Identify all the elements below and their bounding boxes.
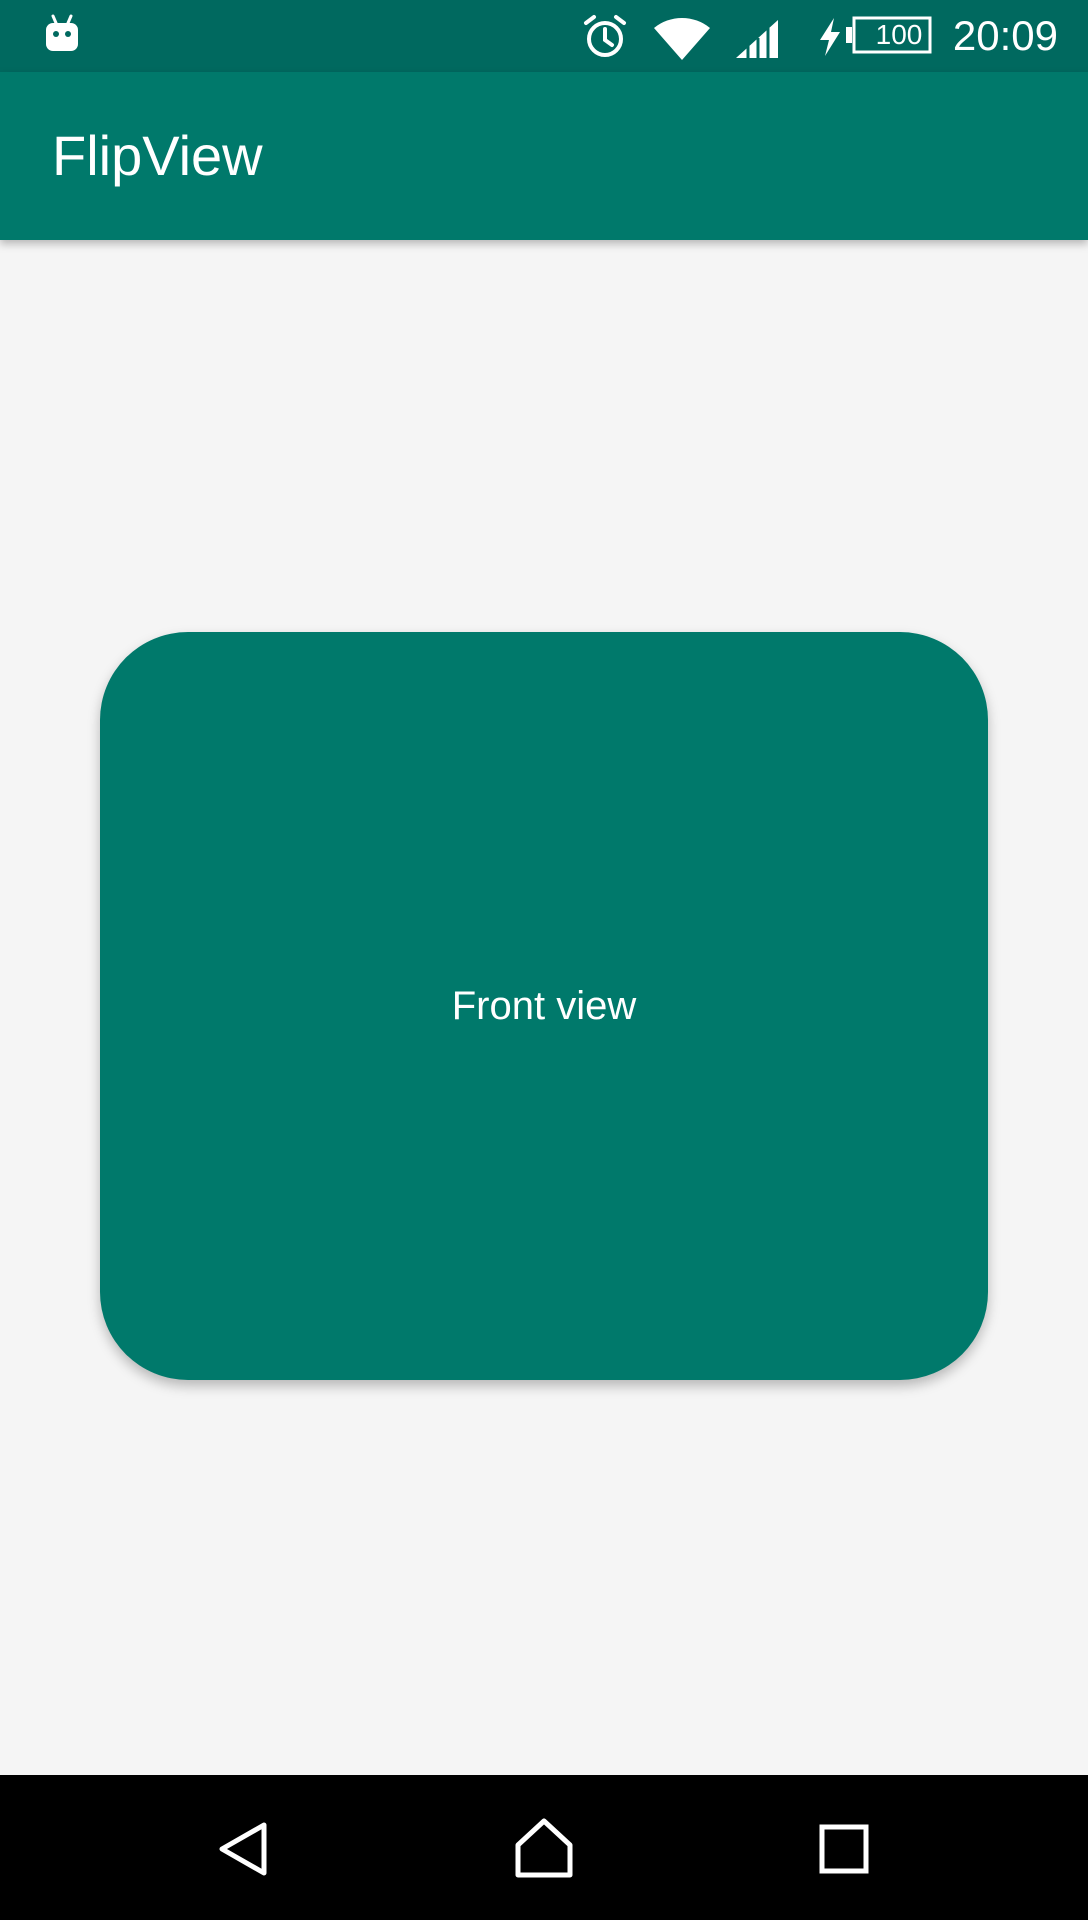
recents-button[interactable]: [794, 1799, 894, 1899]
navigation-bar: [0, 1775, 1088, 1920]
status-clock: 20:09: [952, 12, 1058, 59]
back-icon: [219, 1822, 267, 1876]
app-screen: 100 20:09 FlipView Front view: [0, 0, 1088, 1920]
flip-card-front[interactable]: Front view: [100, 632, 988, 1380]
home-icon: [515, 1818, 573, 1878]
app-bar: FlipView: [0, 72, 1088, 240]
battery-level: 100: [875, 19, 923, 50]
content-area: Front view: [0, 240, 1088, 1775]
charging-icon: [820, 18, 840, 56]
wifi-icon: [654, 17, 710, 60]
home-button[interactable]: [494, 1799, 594, 1899]
app-title: FlipView: [52, 124, 263, 187]
cell-signal-icon: [736, 20, 778, 58]
android-notification-icon: [46, 14, 78, 51]
status-bar: 100 20:09: [0, 0, 1088, 72]
alarm-icon: [584, 15, 626, 57]
flip-card-label: Front view: [451, 983, 637, 1028]
back-button[interactable]: [194, 1799, 294, 1899]
recents-icon: [819, 1824, 869, 1874]
